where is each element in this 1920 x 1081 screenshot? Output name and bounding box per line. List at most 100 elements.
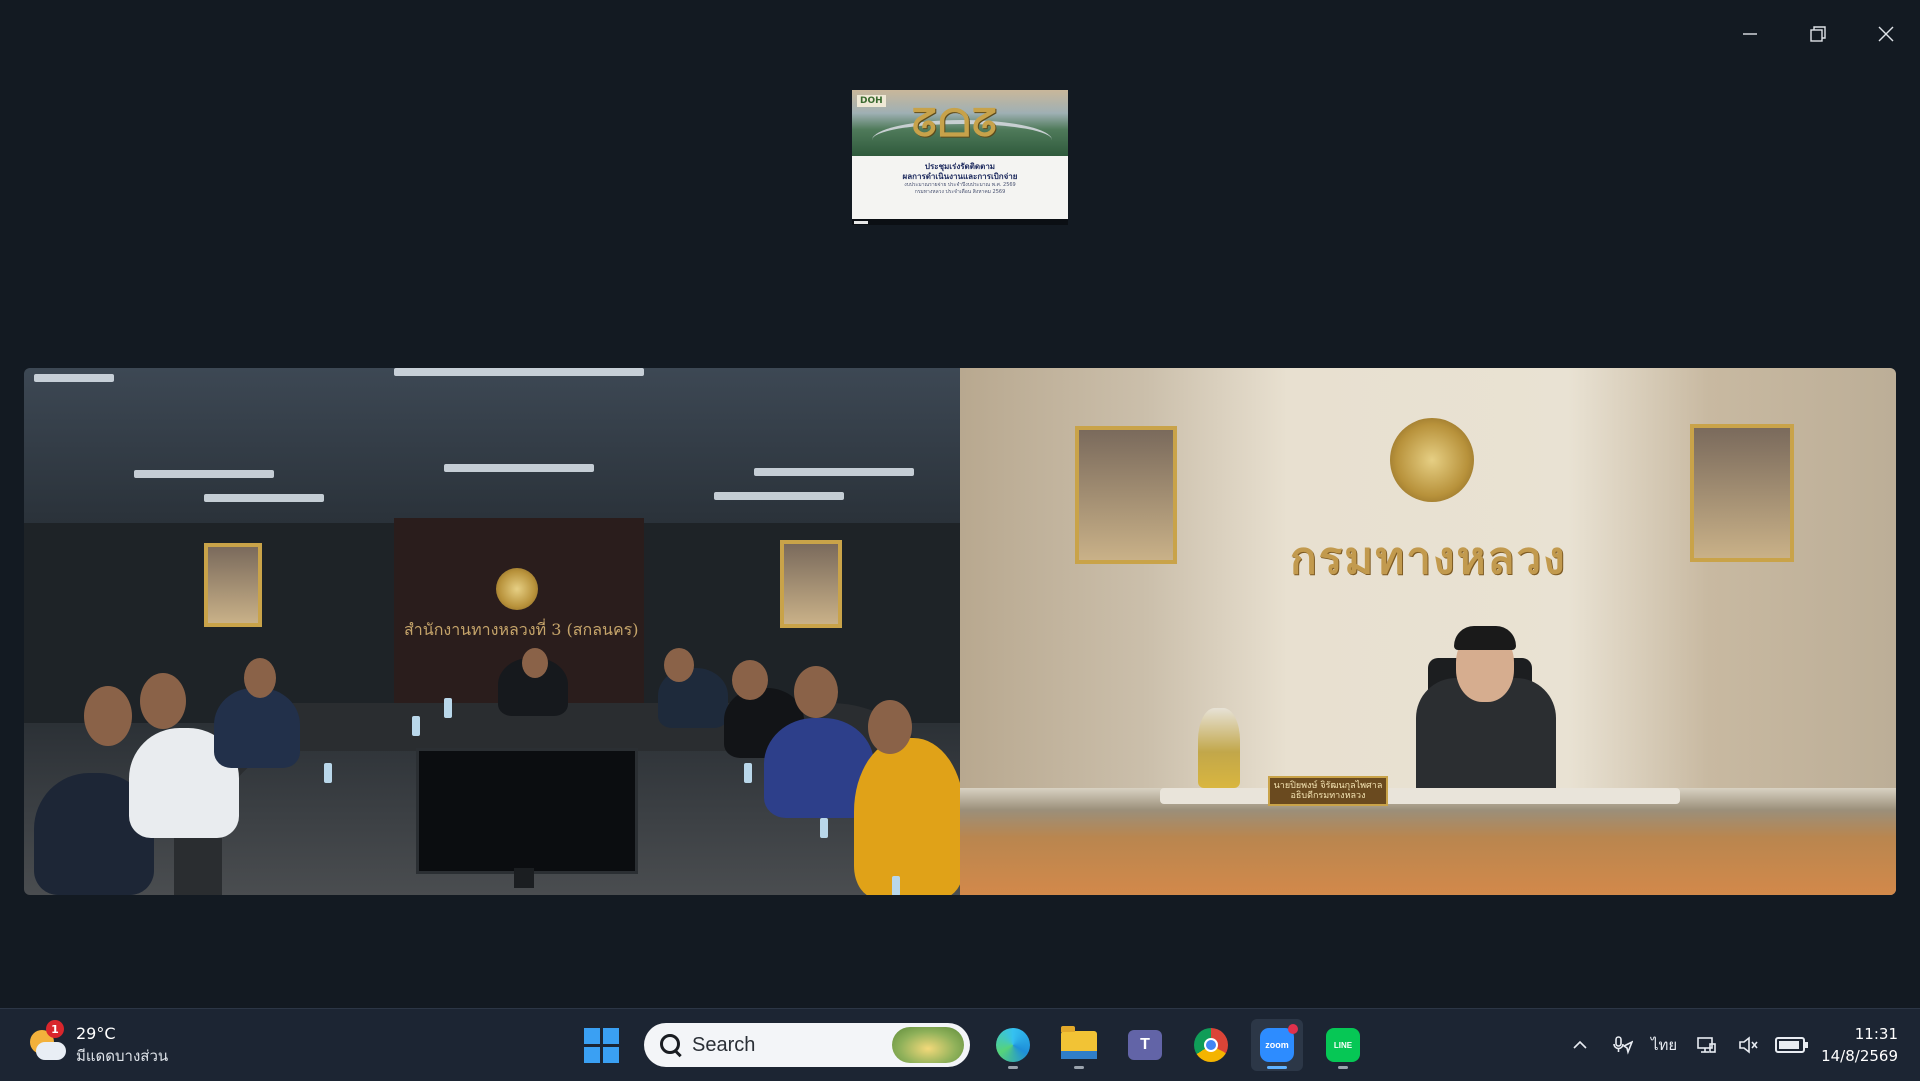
zoom-meeting-window: ᘔᗝᘔ DOH ประชุมเร่งรัดติดตาม ผลการดำเนินง… (0, 0, 1920, 1008)
table-monitor (416, 748, 638, 874)
taskbar-app-edge[interactable] (987, 1019, 1039, 1071)
portrait-frame-right (1690, 424, 1794, 562)
department-emblem (1390, 418, 1474, 502)
desk-top (1160, 788, 1680, 804)
participant-head (140, 673, 186, 729)
system-tray: ไทย 11:31 14/8/2569 (1559, 1009, 1920, 1081)
video-tile-regional-office[interactable]: สำนักงานทางหลวงที่ 3 (สกลนคร) (24, 368, 960, 895)
nameplate-title: อธิบดีกรมทางหลวง (1290, 791, 1366, 801)
network-button[interactable] (1691, 1025, 1721, 1065)
share-progress-indicator (854, 221, 868, 224)
network-icon (1697, 1037, 1716, 1053)
water-bottle (744, 763, 752, 783)
slide-line-1: งบประมาณรายจ่าย ประจำปีงบประมาณ พ.ศ. 256… (904, 182, 1016, 188)
shared-slide: ᘔᗝᘔ DOH ประชุมเร่งรัดติดตาม ผลการดำเนินง… (852, 90, 1068, 219)
zoom-icon: zoom (1260, 1024, 1298, 1062)
ceiling-light (444, 464, 594, 472)
ceiling-light (714, 492, 844, 500)
participant-head (664, 648, 694, 682)
weather-temperature: 29°C (76, 1024, 116, 1043)
search-icon (660, 1034, 682, 1058)
ceiling-light (754, 468, 914, 476)
teams-icon: T (1128, 1030, 1162, 1060)
minimize-button[interactable] (1716, 0, 1784, 68)
ceiling-light (204, 494, 324, 502)
participant (854, 738, 960, 895)
microphone-location-icon (1613, 1036, 1634, 1055)
volume-button[interactable] (1733, 1025, 1763, 1065)
nameplate-name: นายปิยพงษ์ จิรัฒนกุลไพศาล (1273, 781, 1383, 791)
participant-head (84, 686, 132, 746)
volume-muted-icon (1739, 1036, 1758, 1054)
clock-date: 14/8/2569 (1821, 1047, 1898, 1065)
portrait-frame-left (204, 543, 262, 627)
running-indicator (1008, 1066, 1018, 1069)
search-highlight-image (892, 1027, 964, 1063)
taskbar-app-chrome[interactable] (1185, 1019, 1237, 1071)
video-tile-director-general[interactable]: กรมทางหลวง นายปิยพงษ์ จิรัฒนกุลไพศาล อธิ… (960, 368, 1896, 895)
minimize-icon (1743, 33, 1757, 35)
water-bottle (892, 876, 900, 895)
cloud-shape (36, 1042, 66, 1060)
taskbar-app-zoom[interactable]: zoom (1251, 1019, 1303, 1071)
water-bottle (412, 716, 420, 736)
running-indicator (1074, 1066, 1084, 1069)
department-emblem (496, 568, 538, 610)
chrome-icon (1194, 1028, 1228, 1062)
taskbar-app-line[interactable]: LINE (1317, 1019, 1369, 1071)
portrait-frame-right (780, 540, 842, 628)
participant-head (522, 648, 548, 678)
trophy (1198, 708, 1240, 788)
window-controls (1716, 0, 1920, 68)
video-gallery: สำนักงานทางหลวงที่ 3 (สกลนคร) กรมทางหลวง… (24, 368, 1896, 895)
chevron-up-icon (1573, 1040, 1587, 1049)
ceiling-light (134, 470, 274, 478)
monitor-stand (514, 868, 534, 888)
search-label: Search (692, 1033, 756, 1056)
weather-widget[interactable]: 1 29°C มีแดดบางส่วน (28, 1020, 168, 1067)
slide-line-2: กรมทางหลวง ประจำเดือน สิงหาคม 2569 (914, 189, 1006, 195)
water-bottle (324, 763, 332, 783)
water-bottle (820, 818, 828, 838)
notification-badge: 1 (46, 1020, 64, 1038)
partly-sunny-icon: 1 (28, 1020, 66, 1064)
battery-icon (1775, 1037, 1809, 1053)
shared-screen-thumbnail[interactable]: ᘔᗝᘔ DOH ประชุมเร่งรัดติดตาม ผลการดำเนินง… (852, 90, 1068, 225)
close-button[interactable] (1852, 0, 1920, 68)
show-hidden-icons-button[interactable] (1565, 1025, 1595, 1065)
slide-text-block: ประชุมเร่งรัดติดตาม ผลการดำเนินงานและการ… (852, 162, 1068, 196)
windows-start-icon (583, 1027, 619, 1063)
close-icon (1878, 26, 1894, 42)
line-icon: LINE (1326, 1028, 1360, 1062)
slide-hero-graphic: ᘔᗝᘔ (912, 100, 999, 145)
taskbar-app-file-explorer[interactable] (1053, 1019, 1105, 1071)
zoom-icon-label: zoom (1265, 1040, 1289, 1050)
input-language-indicator[interactable]: ไทย (1649, 1025, 1679, 1065)
taskbar-apps: Search T zoom LINE (568, 1019, 1376, 1071)
start-button[interactable] (575, 1019, 627, 1071)
restore-icon (1810, 26, 1826, 42)
participant-head (732, 660, 768, 700)
participant-head (794, 666, 838, 718)
line-icon-label: LINE (1333, 1040, 1353, 1050)
microphone-location-indicator[interactable] (1607, 1025, 1637, 1065)
taskbar-app-teams[interactable]: T (1119, 1019, 1171, 1071)
weather-text: 29°C มีแดดบางส่วน (76, 1023, 168, 1067)
slide-logo: DOH (857, 95, 886, 107)
ceiling-light (394, 368, 644, 376)
clock-time: 11:31 (1854, 1025, 1898, 1043)
zoom-notification-dot (1288, 1024, 1298, 1034)
taskbar-search[interactable]: Search (644, 1023, 970, 1067)
clock[interactable]: 11:31 14/8/2569 (1821, 1023, 1898, 1067)
battery-button[interactable] (1775, 1025, 1809, 1065)
participant (214, 688, 300, 768)
portrait-frame-left (1075, 426, 1177, 564)
slide-subheading: ผลการดำเนินงานและการเบิกจ่าย (902, 172, 1018, 181)
running-indicator (1338, 1066, 1348, 1069)
restore-button[interactable] (1784, 0, 1852, 68)
nameplate: นายปิยพงษ์ จิรัฒนกุลไพศาล อธิบดีกรมทางหล… (1268, 776, 1388, 806)
ceiling-light (34, 374, 114, 382)
participant-head (868, 700, 912, 754)
active-indicator (1267, 1066, 1287, 1069)
participant-head (244, 658, 276, 698)
